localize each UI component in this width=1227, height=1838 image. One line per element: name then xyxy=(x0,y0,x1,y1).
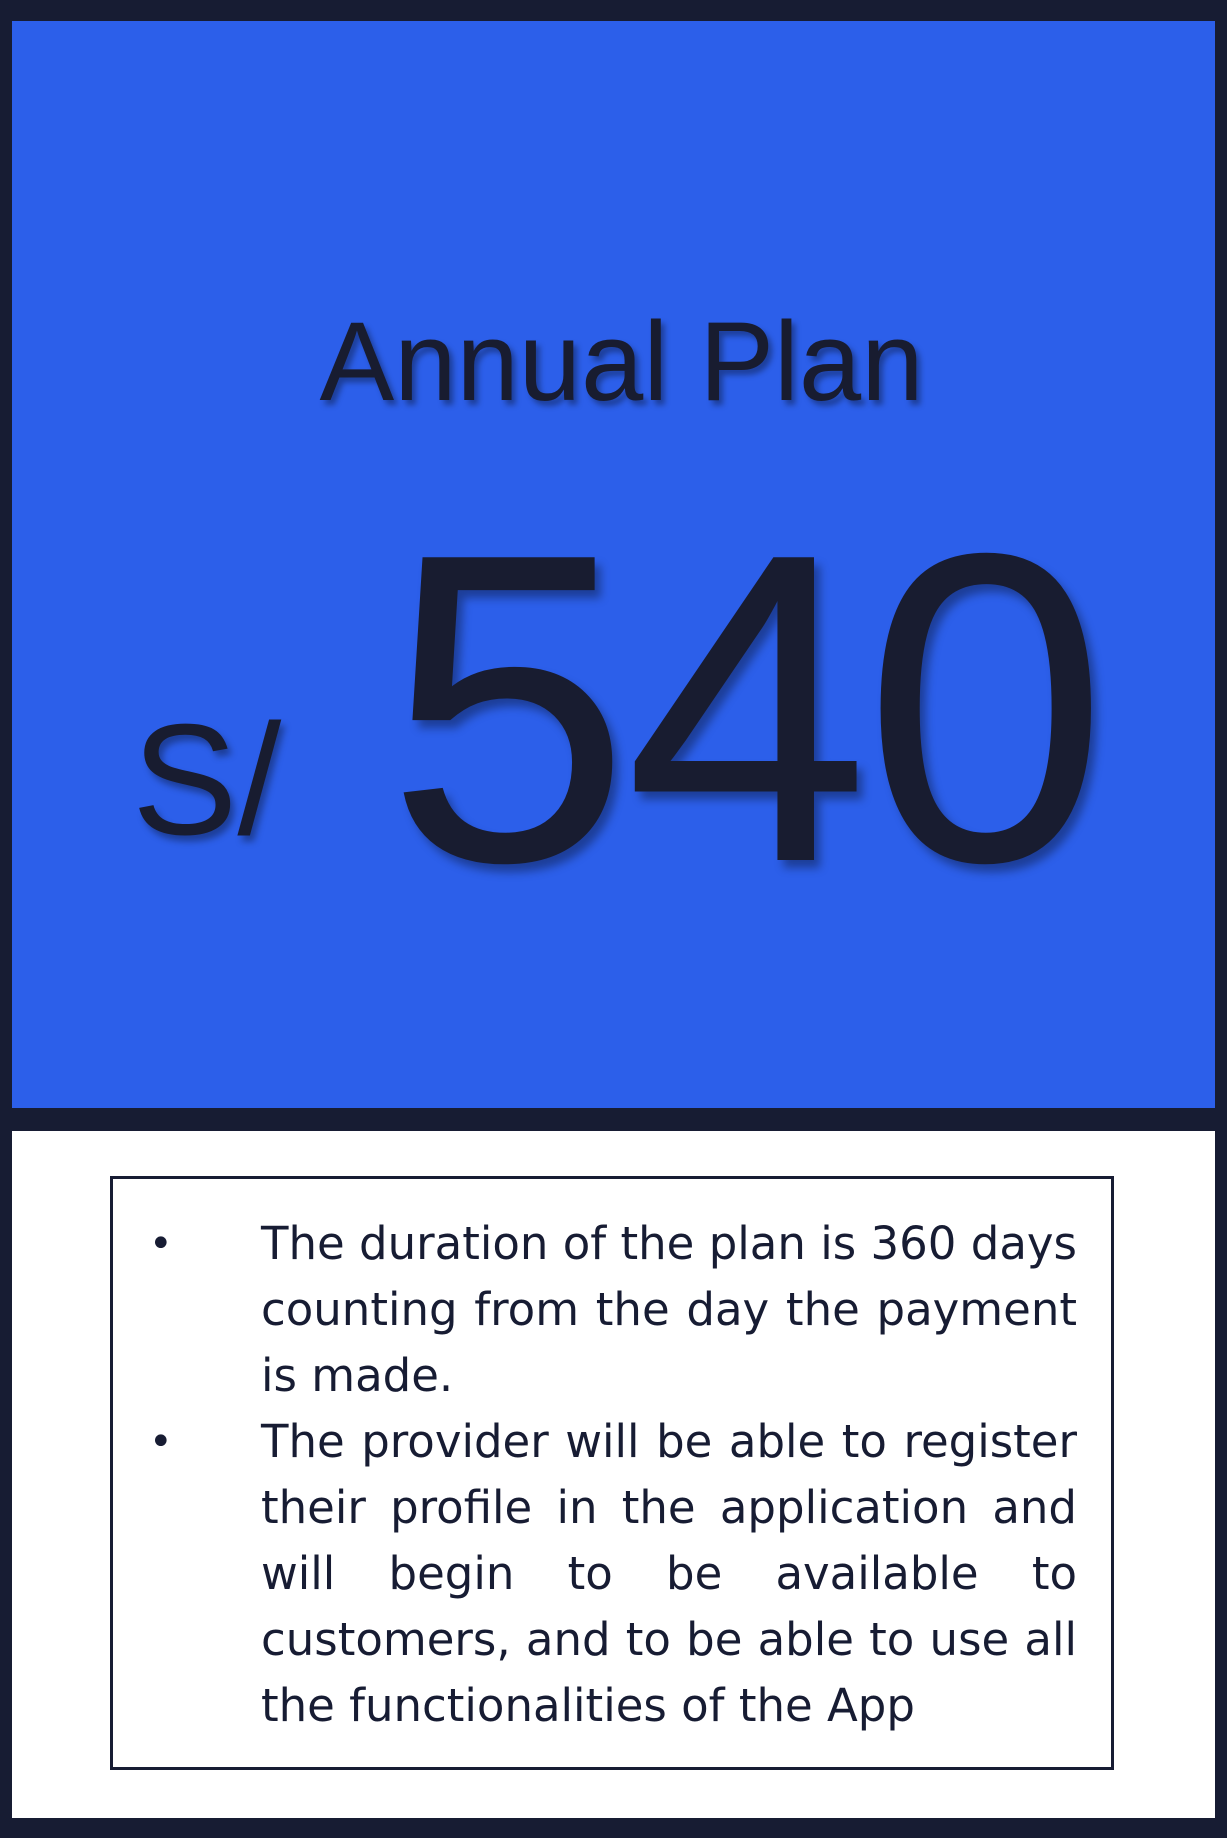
plan-header-panel: Annual Plan S/ 540 xyxy=(12,21,1215,1108)
feature-item-duration: • The duration of the plan is 360 days c… xyxy=(143,1211,1077,1409)
feature-item-benefits: • The provider will be able to register … xyxy=(143,1409,1077,1739)
bullet-icon: • xyxy=(149,1221,173,1267)
price-amount: 540 xyxy=(386,463,1108,954)
features-box: • The duration of the plan is 360 days c… xyxy=(110,1176,1114,1770)
feature-text-benefits: The provider will be able to register th… xyxy=(261,1415,1077,1732)
plan-details-panel: • The duration of the plan is 360 days c… xyxy=(12,1131,1215,1818)
features-list: • The duration of the plan is 360 days c… xyxy=(143,1211,1077,1739)
bullet-icon: • xyxy=(149,1419,173,1465)
plan-title: Annual Plan xyxy=(319,299,924,424)
feature-text-duration: The duration of the plan is 360 days cou… xyxy=(261,1217,1077,1402)
price-currency: S/ xyxy=(132,692,282,868)
